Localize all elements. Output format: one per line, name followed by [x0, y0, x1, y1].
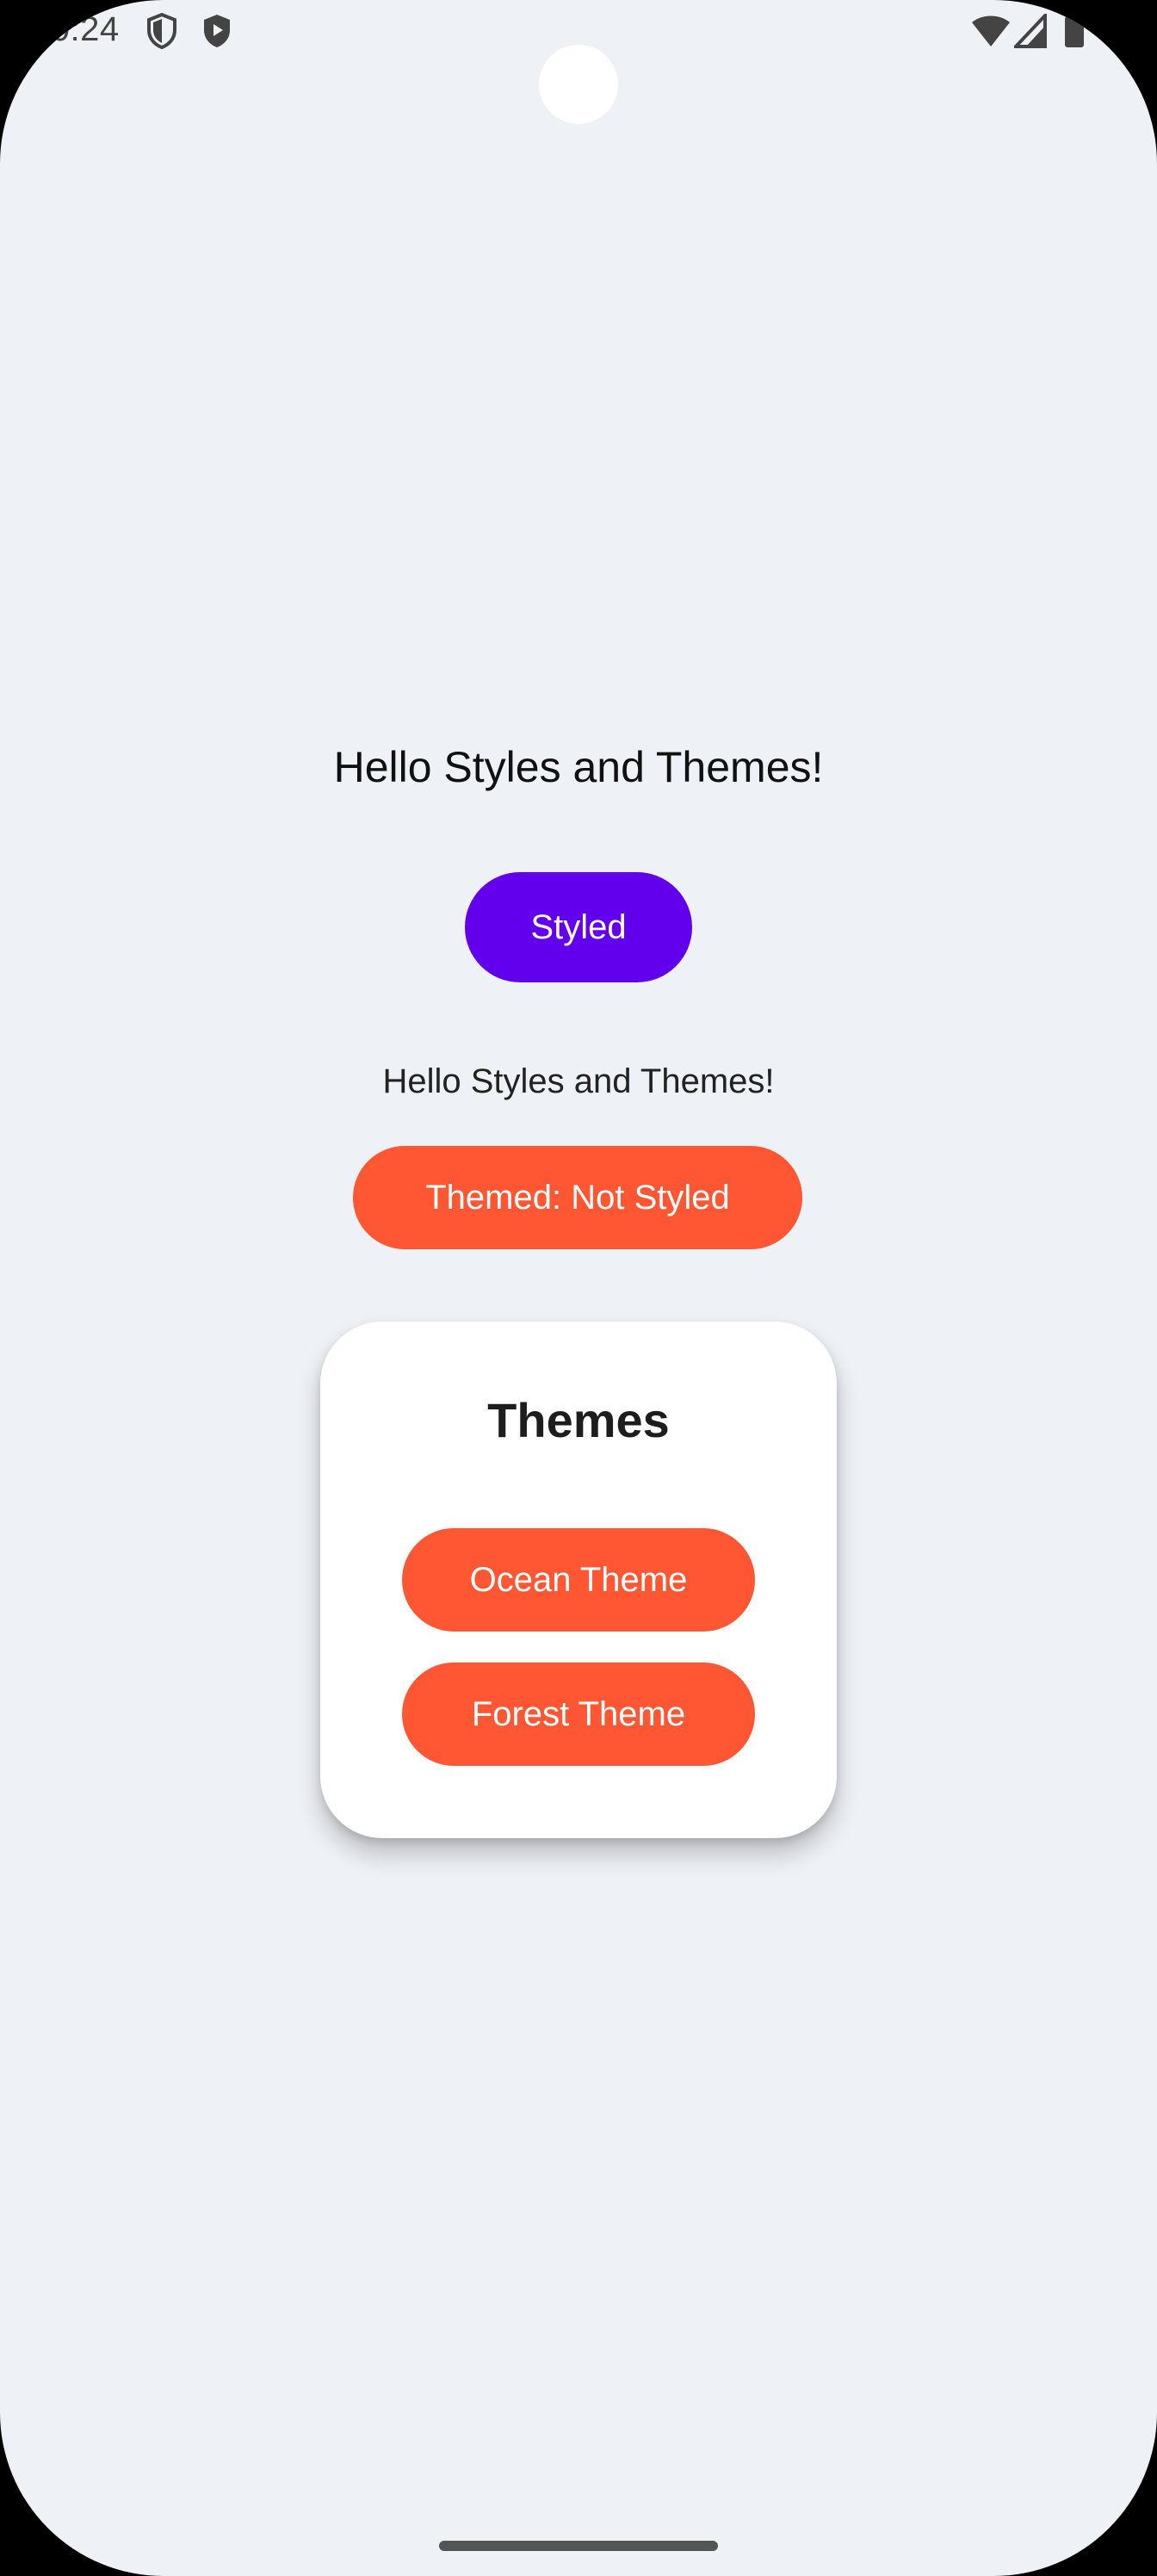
shield-icon	[145, 12, 179, 54]
themed-not-styled-button[interactable]: Themed: Not Styled	[353, 1146, 802, 1249]
app-screen: 10:24 Hello Styles and Themes! Styled He…	[0, 0, 1157, 2576]
hello-subtext: Hello Styles and Themes!	[382, 1062, 775, 1100]
themes-card: Themes Ocean Theme Forest Theme	[320, 1322, 837, 1838]
camera-cutout	[539, 45, 618, 124]
forest-theme-button[interactable]: Forest Theme	[402, 1663, 755, 1766]
cell-signal-icon	[1012, 10, 1047, 53]
hello-heading: Hello Styles and Themes!	[333, 743, 824, 791]
status-time: 10:24	[31, 10, 120, 48]
ocean-theme-button[interactable]: Ocean Theme	[402, 1528, 755, 1632]
themes-card-title: Themes	[487, 1393, 670, 1447]
styled-button[interactable]: Styled	[465, 872, 692, 982]
wifi-icon	[971, 14, 1011, 53]
home-indicator[interactable]	[439, 2541, 718, 2551]
battery-icon	[1064, 14, 1085, 53]
play-shield-icon	[200, 12, 234, 54]
